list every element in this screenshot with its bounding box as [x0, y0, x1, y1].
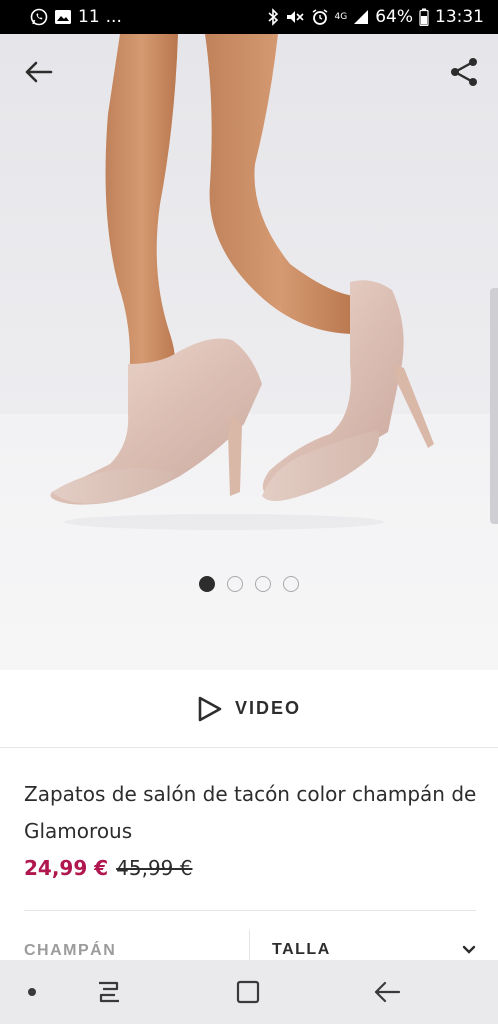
- mute-icon: [285, 8, 305, 26]
- status-left: 11 ...: [30, 7, 122, 27]
- video-label: VIDEO: [234, 698, 301, 718]
- share-button[interactable]: [442, 50, 486, 94]
- selector-divider: [249, 930, 250, 960]
- home-icon: [236, 980, 260, 1004]
- size-dropdown[interactable]: TALLA: [272, 938, 476, 962]
- gallery-pagination: [0, 576, 498, 592]
- gallery-dot-2[interactable]: [227, 576, 243, 592]
- original-price: 45,99 €: [116, 856, 193, 880]
- chevron-down-icon: [462, 945, 476, 954]
- whatsapp-icon: [30, 8, 48, 26]
- notification-count: 11: [78, 7, 100, 27]
- gallery-dot-1[interactable]: [199, 576, 215, 592]
- status-bar: 11 ... 4G 64% 13:31: [0, 0, 498, 34]
- info-divider: [24, 910, 476, 911]
- system-back-icon: [374, 981, 401, 1003]
- battery-level: 64%: [375, 7, 413, 27]
- signal-icon: [353, 9, 369, 25]
- colour-label: CHAMPÁN: [24, 942, 117, 959]
- recent-apps-icon: [99, 981, 119, 1003]
- bluetooth-icon: [267, 8, 279, 26]
- back-arrow-icon: [25, 61, 53, 83]
- size-label: TALLA: [272, 941, 331, 958]
- gallery-dot-4[interactable]: [283, 576, 299, 592]
- notification-ellipsis: ...: [105, 7, 122, 27]
- alarm-icon: [311, 8, 329, 26]
- video-button[interactable]: VIDEO: [0, 670, 498, 748]
- gallery-icon: [54, 9, 72, 25]
- clock: 13:31: [435, 7, 484, 27]
- share-icon: [451, 58, 477, 86]
- product-photo: [50, 34, 434, 530]
- product-title: Zapatos de salón de tacón color champán …: [24, 782, 477, 843]
- system-back-button[interactable]: [371, 976, 403, 1008]
- home-button[interactable]: [232, 976, 264, 1008]
- price-row: 24,99 € 45,99 €: [24, 856, 192, 880]
- dot-icon: [28, 988, 36, 996]
- variant-selectors: CHAMPÁN TALLA: [0, 930, 498, 960]
- current-price: 24,99 €: [24, 856, 109, 880]
- status-right: 4G 64% 13:31: [267, 7, 484, 27]
- back-button[interactable]: [16, 50, 60, 94]
- network-type: 4G: [334, 11, 348, 22]
- gallery-dot-3[interactable]: [255, 576, 271, 592]
- nav-dot-button[interactable]: [16, 976, 48, 1008]
- play-icon: [198, 696, 222, 721]
- edge-panel-handle[interactable]: [490, 288, 498, 524]
- recent-apps-button[interactable]: [93, 976, 125, 1008]
- system-navigation-bar: [0, 960, 498, 1024]
- battery-icon: [419, 8, 429, 26]
- product-image-gallery[interactable]: [0, 34, 498, 670]
